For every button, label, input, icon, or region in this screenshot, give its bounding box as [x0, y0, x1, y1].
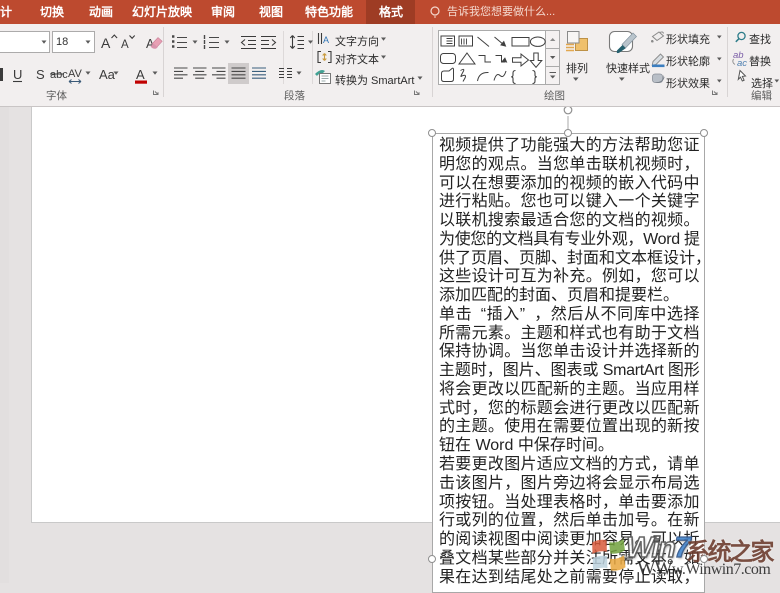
svg-text:U: U [13, 67, 22, 82]
svg-text:AV: AV [68, 68, 83, 80]
svg-text:S: S [36, 67, 45, 82]
svg-text:A: A [121, 39, 129, 51]
svg-text:ac: ac [737, 58, 747, 69]
svg-text:A: A [101, 35, 111, 51]
svg-text:A: A [136, 67, 145, 82]
svg-text:A: A [323, 35, 329, 45]
svg-text:Aa: Aa [99, 67, 116, 82]
svg-text:abc: abc [50, 69, 68, 81]
